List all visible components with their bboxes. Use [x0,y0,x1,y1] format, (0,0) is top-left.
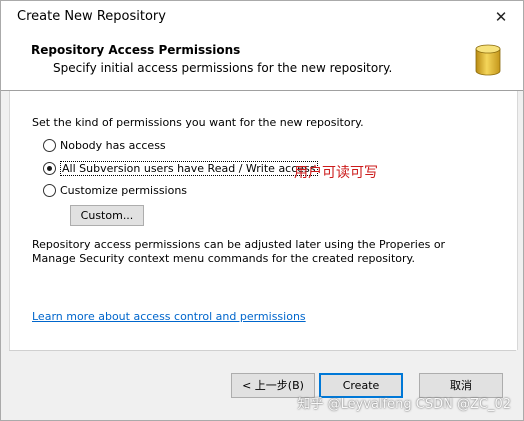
radio-button[interactable] [43,184,56,197]
footer-divider [9,350,516,351]
page-subtitle: Specify initial access permissions for t… [53,61,393,75]
content-panel: Set the kind of permissions you want for… [9,91,518,350]
watermark: 知乎 @Leyvalfeng CSDN @ZC_02 [297,397,511,412]
annotation-text: 用户可读可写 [294,165,378,181]
info-text: Repository access permissions can be adj… [32,238,446,265]
radio-button[interactable] [43,139,56,152]
radio-nobody[interactable]: Nobody has access [43,139,166,152]
window-title: Create New Repository [17,9,166,24]
radio-customize[interactable]: Customize permissions [43,184,187,197]
custom-button[interactable]: Custom... [70,205,144,226]
database-icon [475,44,501,76]
page-title: Repository Access Permissions [31,43,241,57]
learn-more-link[interactable]: Learn more about access control and perm… [32,310,306,323]
instruction-text: Set the kind of permissions you want for… [32,116,364,129]
close-icon[interactable]: ✕ [491,7,511,27]
create-repository-dialog: Create New Repository ✕ Repository Acces… [0,0,524,421]
radio-button-selected[interactable] [43,162,56,175]
radio-label-nobody[interactable]: Nobody has access [60,139,166,152]
wizard-header: Repository Access Permissions Specify in… [1,32,523,91]
title-bar: Create New Repository ✕ [1,1,523,32]
radio-label-all-users[interactable]: All Subversion users have Read / Write a… [60,161,318,176]
radio-all-users[interactable]: All Subversion users have Read / Write a… [43,161,318,176]
radio-label-customize[interactable]: Customize permissions [60,184,187,197]
